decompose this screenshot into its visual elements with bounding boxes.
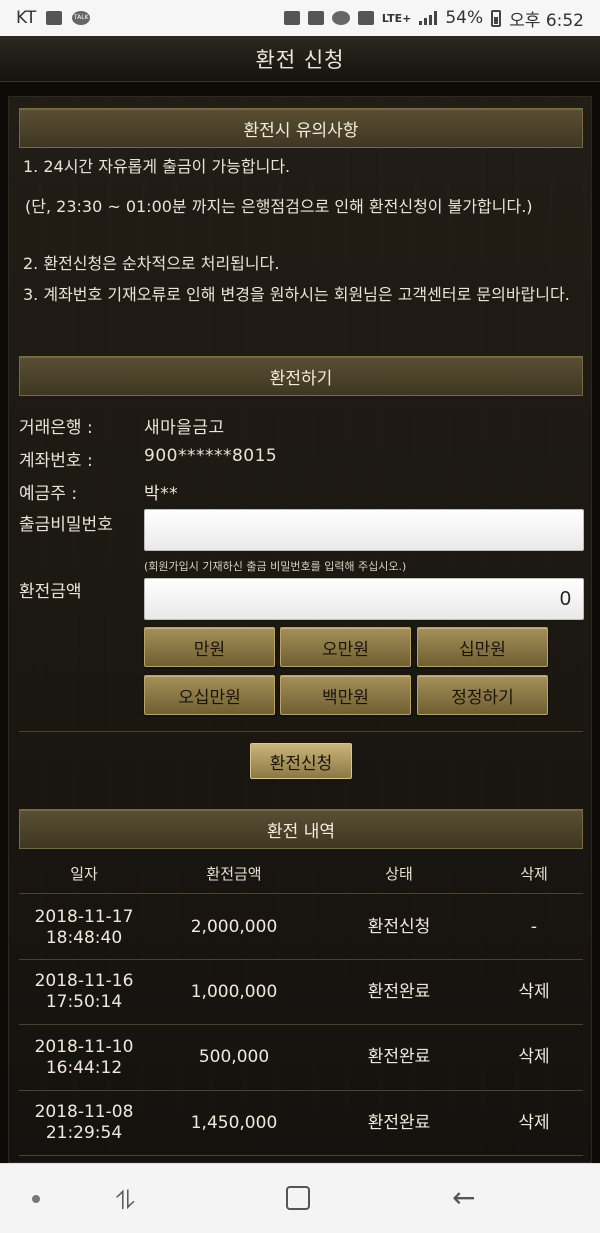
row-delete-button[interactable]: 삭제 [499, 982, 569, 1003]
row-time: 17:50:14 [45, 992, 123, 1012]
password-hint: (회원가입시 기재하신 출금 비밀번호를 입력해 주십시오.) [144, 560, 407, 573]
bank-label: 거래은행 : [19, 418, 93, 438]
row-divider [19, 1090, 583, 1091]
withdraw-password-input[interactable] [144, 509, 584, 551]
notice-line-2: (단, 23:30 ~ 01:00분 까지는 은행점검으로 인해 환전신청이 불… [25, 197, 533, 216]
home-icon[interactable] [286, 1186, 310, 1210]
exchange-form-header: 환전하기 [19, 356, 583, 396]
exchange-panel: 환전시 유의사항 1. 24시간 자유롭게 출금이 가능합니다. (단, 23:… [8, 96, 592, 1163]
add-10000-button[interactable]: 만원 [144, 627, 275, 667]
page-title: 환전 신청 [255, 47, 345, 72]
col-amount: 환전금액 [206, 865, 262, 883]
amount-label: 환전금액 [19, 582, 82, 602]
notice-header: 환전시 유의사항 [19, 108, 583, 148]
row-amount: 2,000,000 [190, 917, 278, 937]
gallery-icon [46, 11, 63, 25]
battery-icon [491, 9, 502, 27]
row-amount: 500,000 [198, 1047, 270, 1067]
row-time: 18:48:40 [45, 928, 123, 948]
carrier-label: KT [16, 8, 37, 28]
exchange-submit-button[interactable]: 환전신청 [250, 743, 352, 779]
hd-icon [357, 11, 374, 25]
row-divider [19, 959, 583, 960]
col-delete: 삭제 [520, 865, 548, 883]
amount-input[interactable]: 0 [144, 578, 584, 620]
recent-apps-icon[interactable]: ⥮ [116, 1186, 135, 1217]
col-date: 일자 [70, 865, 98, 883]
header-divider [19, 893, 583, 894]
bank-value: 새마을금고 [144, 418, 225, 438]
screenshot-icon [283, 11, 300, 25]
row-delete: - [530, 917, 538, 937]
col-status: 상태 [385, 865, 413, 883]
row-date: 2018-11-17 [34, 907, 134, 927]
add-100000-button[interactable]: 십만원 [417, 627, 548, 667]
reset-amount-button[interactable]: 정정하기 [417, 675, 548, 715]
row-delete-button[interactable]: 삭제 [499, 1047, 569, 1068]
notice-line-1: 1. 24시간 자유롭게 출금이 가능합니다. [23, 157, 291, 176]
form-divider [19, 731, 583, 732]
password-label: 출금비밀번호 [19, 515, 113, 535]
network-type: LTE+ [381, 11, 412, 25]
row-amount: 1,000,000 [190, 982, 278, 1002]
row-status: 환전신청 [367, 917, 431, 937]
add-1000000-button[interactable]: 백만원 [280, 675, 411, 715]
alarm-icon [331, 11, 350, 25]
add-50000-button[interactable]: 오만원 [280, 627, 411, 667]
mute-icon [307, 11, 324, 25]
status-bar: KT TALK LTE+ 54% 오후 6:52 [0, 0, 600, 36]
row-status: 환전완료 [367, 982, 431, 1002]
notice-line-4: 3. 계좌번호 기재오류로 인해 변경을 원하시는 회원님은 고객센터로 문의바… [23, 285, 570, 304]
kakaotalk-icon: TALK [72, 11, 91, 25]
row-date: 2018-11-16 [34, 971, 134, 991]
row-delete-button[interactable]: 삭제 [499, 1113, 569, 1134]
row-status: 환전완료 [367, 1113, 431, 1133]
nav-dot-icon[interactable] [32, 1195, 40, 1203]
clock: 오후 6:52 [509, 10, 584, 31]
row-divider [19, 1024, 583, 1025]
row-time: 21:29:54 [45, 1123, 123, 1143]
account-value: 900******8015 [144, 446, 278, 466]
row-date: 2018-11-10 [34, 1037, 134, 1057]
holder-label: 예금주 : [19, 484, 78, 504]
row-date: 2018-11-08 [34, 1102, 134, 1122]
row-status: 환전완료 [367, 1047, 431, 1067]
row-divider [19, 1155, 583, 1156]
account-label: 계좌번호 : [19, 451, 93, 471]
signal-icon [419, 11, 438, 25]
battery-percent: 54% [445, 8, 484, 28]
row-time: 16:44:12 [45, 1058, 123, 1078]
app-header: 환전 신청 [0, 36, 600, 82]
add-500000-button[interactable]: 오십만원 [144, 675, 275, 715]
notice-line-3: 2. 환전신청은 순차적으로 처리됩니다. [23, 254, 280, 273]
row-amount: 1,450,000 [190, 1113, 278, 1133]
back-icon[interactable]: ← [452, 1181, 475, 1214]
system-nav-bar: ⥮ ← [0, 1163, 600, 1233]
holder-value: 박** [144, 484, 179, 504]
history-header: 환전 내역 [19, 809, 583, 849]
